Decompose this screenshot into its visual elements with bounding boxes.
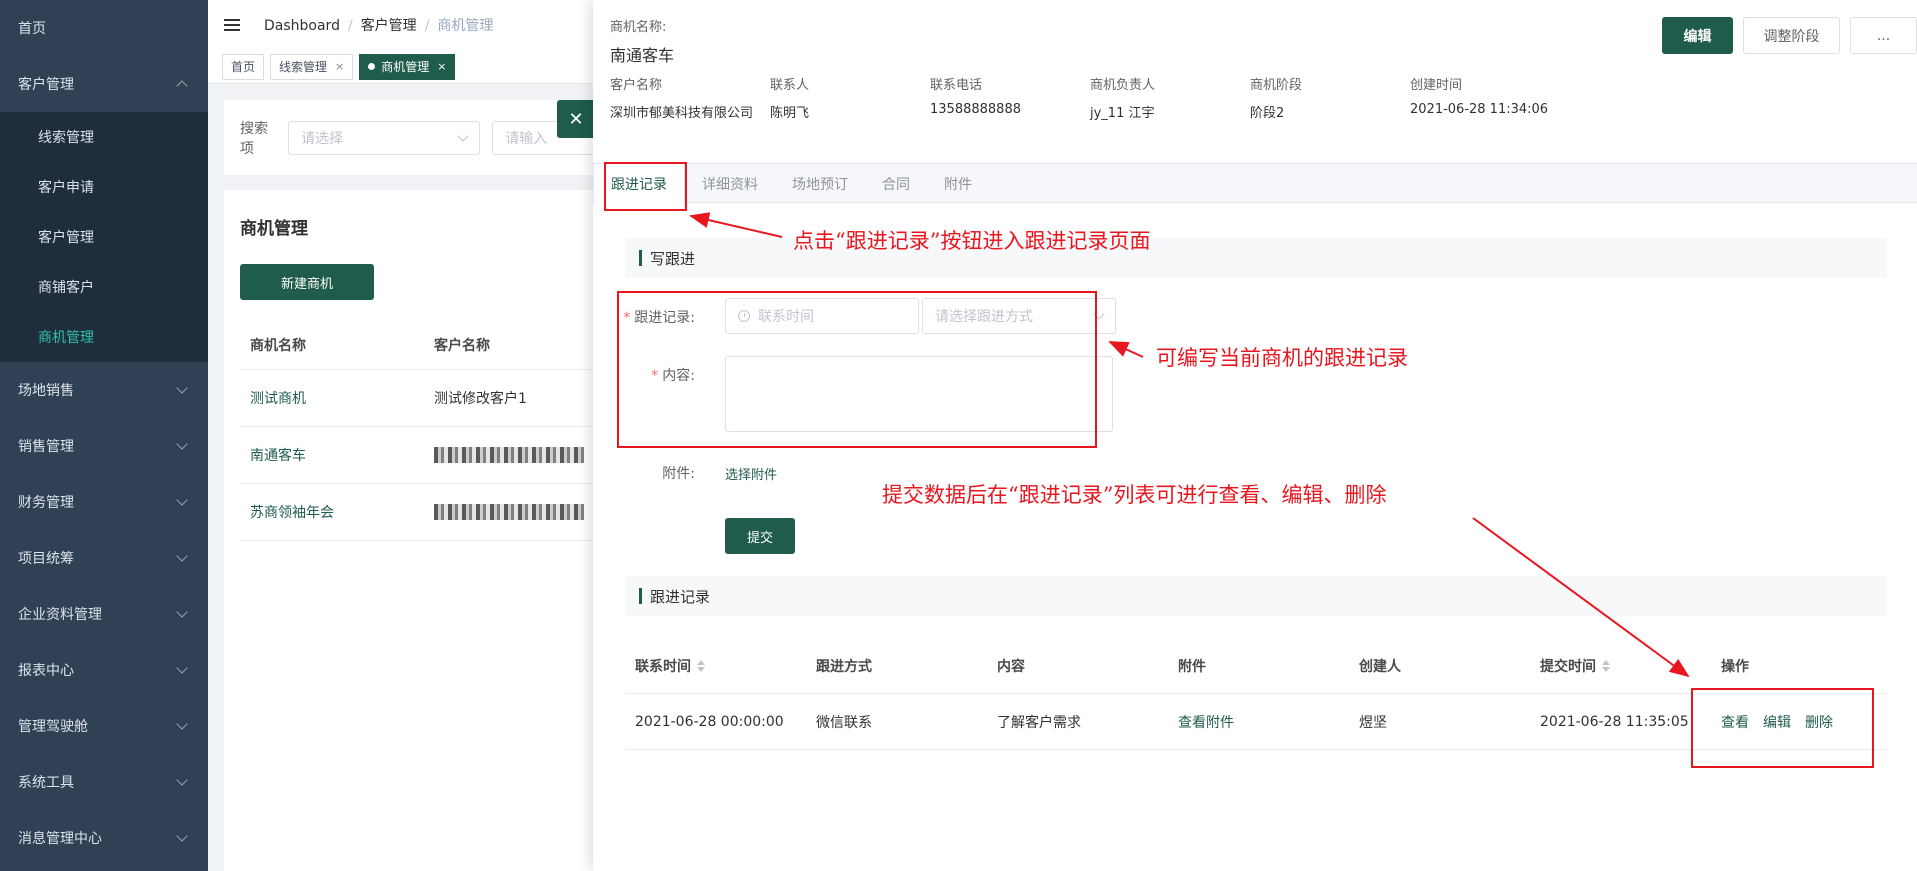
search-field-select[interactable]: 请选择 xyxy=(288,120,481,155)
tab-contract[interactable]: 合同 xyxy=(865,164,927,204)
top-navbar: Dashboard / 客户管理 / 商机管理 xyxy=(208,0,608,50)
annotation-text-1: 点击“跟进记录”按钮进入跟进记录页面 xyxy=(793,229,1151,253)
submit-button[interactable]: 提交 xyxy=(725,518,795,554)
sidebar-item-projects[interactable]: 项目统筹 xyxy=(0,530,208,586)
table-row[interactable]: 南通客车 xyxy=(240,427,608,484)
redacted-customer-name xyxy=(434,504,584,520)
sidebar-submenu: 线索管理 客户申请 客户管理 商铺客户 商机管理 xyxy=(0,112,208,362)
opportunity-list: 商机管理 新建商机 商机名称 客户名称 测试商机 测试修改客户1 南通客车 苏商… xyxy=(224,190,608,871)
chevron-down-icon xyxy=(176,550,188,562)
sidebar-item-messages[interactable]: 消息管理中心 xyxy=(0,810,208,866)
phone-value: 13588888888 xyxy=(930,102,1021,117)
chevron-down-icon xyxy=(457,129,469,142)
sidebar-item-enterprise[interactable]: 企业资料管理 xyxy=(0,586,208,642)
redacted-customer-name xyxy=(434,447,584,463)
adjust-stage-button[interactable]: 调整阶段 xyxy=(1743,17,1840,54)
table-header: 联系时间 跟进方式 内容 附件 创建人 提交时间 操作 xyxy=(625,638,1887,694)
tag-opportunities[interactable]: 商机管理 × xyxy=(359,53,456,80)
annotation-text-3: 提交数据后在“跟进记录”列表可进行查看、编辑、删除 xyxy=(882,483,1387,507)
stage-value: 阶段2 xyxy=(1250,106,1285,121)
select-attachment-link[interactable]: 选择附件 xyxy=(725,464,777,483)
sidebar-item-cockpit[interactable]: 管理驾驶舱 xyxy=(0,698,208,754)
view-attachment-link[interactable]: 查看附件 xyxy=(1168,712,1349,732)
tag-home[interactable]: 首页 xyxy=(222,53,265,80)
new-opportunity-button[interactable]: 新建商机 xyxy=(240,264,374,300)
more-button[interactable]: ... xyxy=(1850,17,1917,54)
chevron-down-icon xyxy=(176,382,188,394)
tab-attachments[interactable]: 附件 xyxy=(927,164,989,204)
sidebar-item-customers[interactable]: 客户管理 xyxy=(0,212,208,262)
table-header: 商机名称 客户名称 xyxy=(240,320,608,370)
list-title: 商机管理 xyxy=(240,219,308,239)
follow-up-records-title: 跟进记录 xyxy=(625,576,1887,616)
sidebar-item-finance[interactable]: 财务管理 xyxy=(0,474,208,530)
chevron-down-icon xyxy=(176,494,188,506)
annotation-box-form xyxy=(617,291,1097,448)
opportunity-name-link[interactable]: 南通客车 xyxy=(240,445,434,465)
breadcrumb-dashboard[interactable]: Dashboard xyxy=(264,18,340,34)
opportunity-name-link[interactable]: 苏商领袖年会 xyxy=(240,502,434,522)
sidebar-item-venue-sales[interactable]: 场地销售 xyxy=(0,362,208,418)
sidebar: 首页 客户管理 线索管理 客户申请 客户管理 商铺客户 商机管理 场地销售 销售… xyxy=(0,0,208,871)
table-row[interactable]: 测试商机 测试修改客户1 xyxy=(240,370,608,427)
annotation-box-tab xyxy=(604,162,687,211)
close-icon[interactable]: × xyxy=(335,60,344,73)
hamburger-icon[interactable] xyxy=(224,19,240,31)
tags-view: 首页 线索管理 × 商机管理 × xyxy=(208,50,608,84)
opportunity-name-link[interactable]: 测试商机 xyxy=(240,388,434,408)
sidebar-item-customer-management[interactable]: 客户管理 xyxy=(0,56,208,112)
detail-tabs: 跟进记录 详细资料 场地预订 合同 附件 xyxy=(593,163,1917,204)
table-row[interactable]: 苏商领袖年会 xyxy=(240,484,608,541)
chevron-down-icon xyxy=(176,438,188,450)
sidebar-item-sales[interactable]: 销售管理 xyxy=(0,418,208,474)
tab-venue-booking[interactable]: 场地预订 xyxy=(775,164,865,204)
drawer-header: 商机名称: 南通客车 编辑 调整阶段 ... 客户名称 深圳市郁美科技有限公司 联… xyxy=(593,0,1917,147)
attachment-label: 附件: xyxy=(662,466,695,482)
breadcrumb-current: 商机管理 xyxy=(437,18,494,34)
sidebar-item-customer-apply[interactable]: 客户申请 xyxy=(0,162,208,212)
chevron-down-icon xyxy=(176,718,188,730)
tag-leads[interactable]: 线索管理 × xyxy=(270,53,354,80)
breadcrumb: Dashboard / 客户管理 / 商机管理 xyxy=(264,18,494,34)
annotation-text-2: 可编写当前商机的跟进记录 xyxy=(1156,346,1408,370)
customer-name: 测试修改客户1 xyxy=(434,391,527,407)
search-label: 搜索项 xyxy=(240,120,268,157)
sidebar-item-tools[interactable]: 系统工具 xyxy=(0,754,208,810)
drawer-close-button[interactable]: ✕ xyxy=(557,100,595,138)
tab-details[interactable]: 详细资料 xyxy=(685,164,775,204)
opportunity-table: 商机名称 客户名称 测试商机 测试修改客户1 南通客车 苏商领袖年会 xyxy=(240,320,608,541)
chevron-down-icon xyxy=(176,606,188,618)
chevron-down-icon xyxy=(176,774,188,786)
edit-button[interactable]: 编辑 xyxy=(1662,17,1733,54)
chevron-up-icon xyxy=(176,80,188,92)
annotation-box-actions xyxy=(1691,688,1874,768)
close-icon: ✕ xyxy=(568,108,584,130)
sidebar-item-reports[interactable]: 报表中心 xyxy=(0,642,208,698)
opportunity-name-label: 商机名称: xyxy=(610,20,667,35)
active-dot-icon xyxy=(368,63,376,70)
chevron-down-icon xyxy=(176,662,188,674)
created-time-value: 2021-06-28 11:34:06 xyxy=(1410,102,1549,117)
breadcrumb-customer[interactable]: 客户管理 xyxy=(361,18,417,34)
sort-icon[interactable] xyxy=(697,659,705,672)
opportunity-info: 客户名称 深圳市郁美科技有限公司 联系人 陈明飞 联系电话 13588888888 商… xyxy=(610,74,1570,121)
sidebar-item-opportunities[interactable]: 商机管理 xyxy=(0,312,208,362)
sort-icon[interactable] xyxy=(1602,659,1610,672)
search-panel: 搜索项 请选择 请输入 xyxy=(224,100,608,175)
close-icon[interactable]: × xyxy=(437,60,446,73)
sidebar-item-leads[interactable]: 线索管理 xyxy=(0,112,208,162)
contact-value: 陈明飞 xyxy=(770,106,810,121)
chevron-down-icon xyxy=(176,830,188,842)
owner-value: jy_11 江宇 xyxy=(1090,106,1155,121)
sidebar-item-shop-customers[interactable]: 商铺客户 xyxy=(0,262,208,312)
opportunity-name: 南通客车 xyxy=(610,46,675,65)
customer-name-value: 深圳市郁美科技有限公司 xyxy=(610,106,754,121)
sidebar-item-home[interactable]: 首页 xyxy=(0,0,208,56)
